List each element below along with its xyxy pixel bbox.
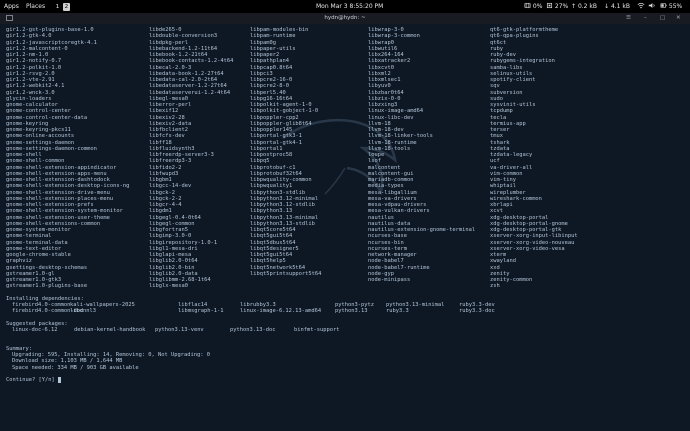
download-icon: ↓ <box>604 3 610 10</box>
upload-indicator[interactable]: ↑ 0.2 kB <box>571 0 597 13</box>
cpu-value: 27% <box>554 3 569 10</box>
package-name: node-minipass <box>368 277 411 283</box>
terminal-output[interactable]: gir1.2-gst-plugins-base-1.0 gir1.2-gtk-4.… <box>6 27 686 429</box>
suggested-package: linux-doc-6.12 <box>12 327 58 333</box>
speaker-icon <box>648 3 655 8</box>
upload-icon: ↑ <box>571 3 577 10</box>
dependency-name: ruby3.3 <box>386 308 409 315</box>
battery-value: 55% <box>668 3 683 10</box>
workspace-2-button[interactable]: 2 <box>62 3 70 11</box>
cursor <box>57 377 61 384</box>
dependency-name: libmsgraph-1-1 <box>178 308 224 315</box>
top-panel: Apps Places 1 2 Mon Mar 3 8:55:20 PM 0% … <box>0 0 690 13</box>
dependency-name: ruby3.3-doc <box>459 308 495 315</box>
suggested-package: debian-kernel-handbook <box>74 327 146 333</box>
maximize-icon[interactable]: □ <box>660 13 665 24</box>
suggested-package: python3.13-doc <box>230 327 276 333</box>
package-name: zsh <box>490 283 500 290</box>
window-title: hydn@hydn: ~ <box>324 15 366 21</box>
suggested-package: python3.13-venv <box>155 327 204 333</box>
package-name: libglx-mesa0 <box>149 283 188 290</box>
volume-indicator[interactable] <box>648 0 656 13</box>
upload-value: 0.2 kB <box>577 3 597 10</box>
memory-icon <box>524 2 531 9</box>
menu-icon[interactable]: ☰ <box>626 13 631 24</box>
memory-value: 0% <box>532 3 543 10</box>
package-name: libqt5printsupport5t64 <box>250 270 322 277</box>
terminal-titlebar[interactable]: hydn@hydn: ~ ☰ – □ ✕ <box>0 13 690 24</box>
dependency-name: python3.13 <box>335 308 368 315</box>
wifi-icon <box>637 2 645 9</box>
battery-indicator[interactable]: 55% <box>660 0 682 13</box>
dependency-name: linux-image-6.12.13-amd64 <box>240 308 322 315</box>
download-indicator[interactable]: ↓ 4.1 kB <box>604 0 630 13</box>
cpu-icon <box>546 2 553 9</box>
clock[interactable]: Mon Mar 3 8:55:20 PM <box>316 0 383 13</box>
workspace-1-button[interactable]: 1 <box>54 3 61 11</box>
download-value: 4.1 kB <box>610 3 630 10</box>
network-indicator[interactable] <box>637 0 645 13</box>
suggested-package: binfmt-support <box>294 327 340 333</box>
package-name: gstreamer1.0-plugins-base <box>6 283 88 290</box>
battery-icon <box>660 3 667 8</box>
summary-line: Space needed: 334 MB / 903 GB available <box>12 364 139 371</box>
terminal-window: hydn@hydn: ~ ☰ – □ ✕ gir1.2-gst-plugins-… <box>0 13 690 431</box>
dependency-name: libdnnl3 <box>70 308 96 315</box>
places-menu[interactable]: Places <box>26 0 45 13</box>
close-icon[interactable]: ✕ <box>676 13 681 24</box>
workspace-switcher: 1 2 <box>54 0 70 13</box>
memory-indicator[interactable]: 0% <box>524 0 542 13</box>
prompt-line: Continue? [Y/n] <box>6 377 61 384</box>
cpu-indicator[interactable]: 27% <box>546 0 568 13</box>
apps-menu[interactable]: Apps <box>4 0 19 13</box>
minimize-icon[interactable]: – <box>644 13 647 24</box>
